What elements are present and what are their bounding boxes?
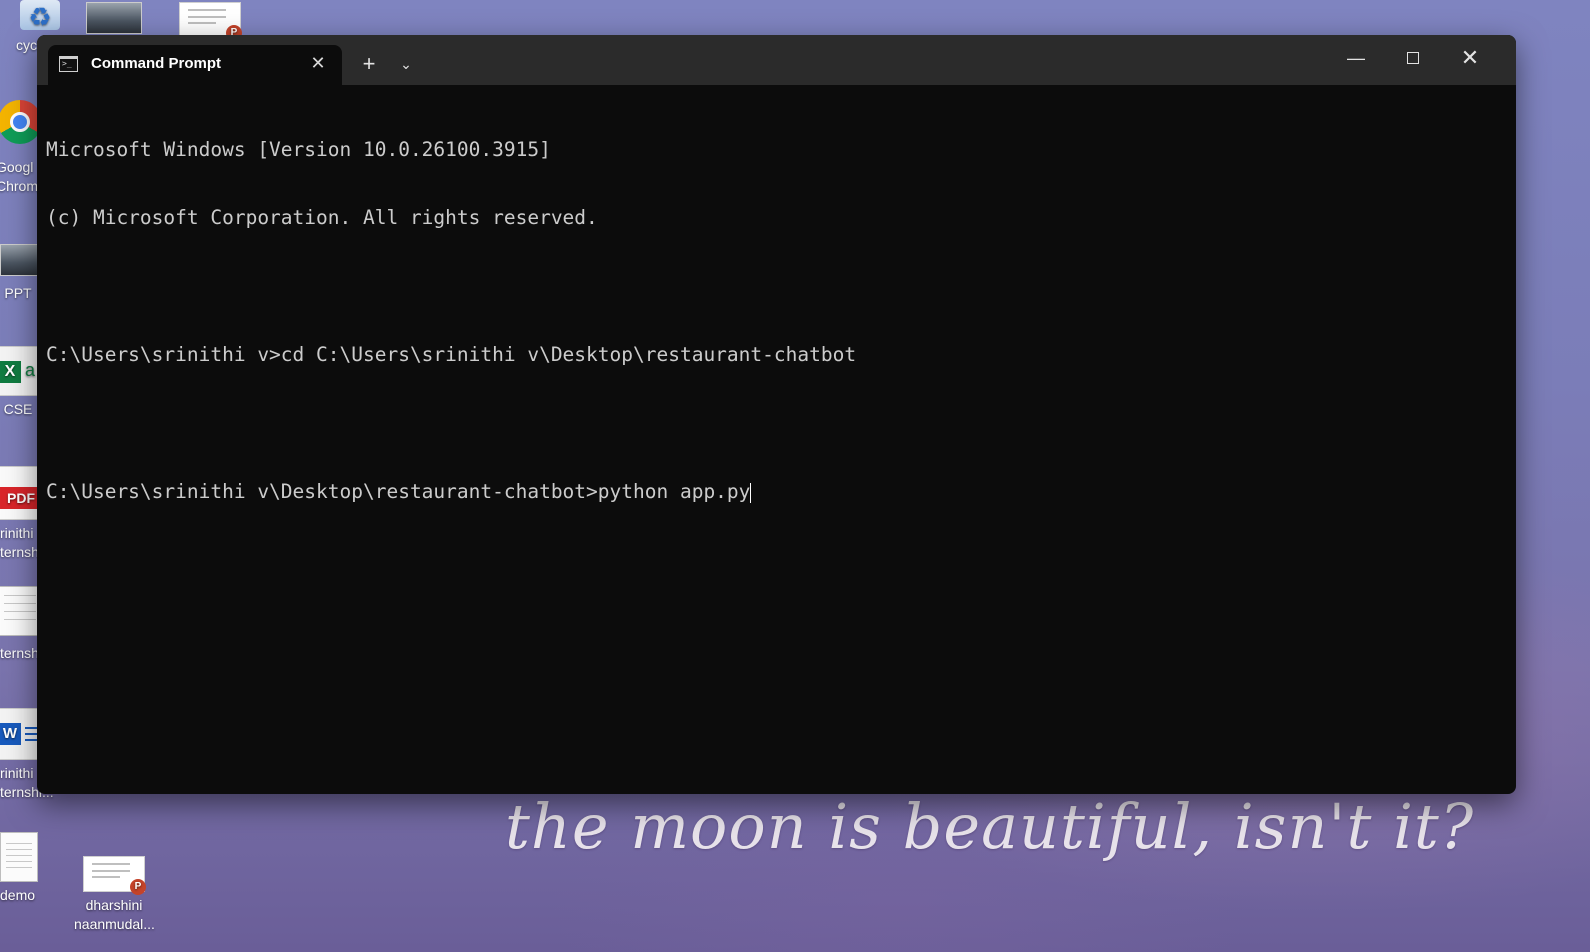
desktop-icon-excel[interactable]: Xa CSE bbox=[0, 346, 44, 419]
desktop-icon-chrome[interactable]: Googl Chrom bbox=[0, 100, 42, 196]
desktop-icon-label: rinithi ternshi... bbox=[0, 765, 54, 800]
desktop-icon-photo-top[interactable] bbox=[74, 2, 154, 38]
photo-thumbnail-icon bbox=[0, 244, 40, 276]
recycle-bin-icon: ♻ bbox=[20, 0, 60, 32]
desktop-icon-label: rinithi ternsh bbox=[0, 525, 39, 560]
desktop-icon-internship-doc[interactable]: ternsh bbox=[0, 586, 42, 663]
wallpaper-quote: the moon is beautiful, isn't it? bbox=[505, 790, 1475, 863]
desktop-icon-label: dharshini naanmudal... bbox=[74, 897, 155, 932]
maximize-button[interactable] bbox=[1391, 41, 1437, 75]
console-input[interactable]: C:\Users\srinithi v\Desktop\restaurant-c… bbox=[46, 480, 750, 503]
new-tab-button[interactable]: + bbox=[353, 49, 385, 79]
title-bar[interactable]: >_ Command Prompt ✕ + ⌄ — ✕ bbox=[37, 35, 1516, 85]
desktop-icon-label: demo bbox=[0, 887, 36, 903]
desktop-icon-label: Googl Chrom bbox=[0, 159, 39, 194]
console-prompt-line[interactable]: C:\Users\srinithi v\Desktop\restaurant-c… bbox=[46, 480, 1506, 504]
tab-close-icon[interactable]: ✕ bbox=[306, 51, 330, 75]
chevron-down-icon[interactable]: ⌄ bbox=[393, 49, 419, 79]
desktop-icon-label: CSE bbox=[3, 401, 33, 417]
desktop-icon-ppt-dharshini[interactable]: P dharshini naanmudal... bbox=[74, 856, 155, 934]
desktop: the moon is beautiful, isn't it? ♻ cycle… bbox=[0, 0, 1590, 952]
document-thumbnail-icon bbox=[0, 586, 42, 636]
console-output[interactable]: Microsoft Windows [Version 10.0.26100.39… bbox=[46, 93, 1506, 794]
desktop-icon-word[interactable]: W rinithi ternshi... bbox=[0, 708, 54, 802]
tab-command-prompt[interactable]: >_ Command Prompt ✕ bbox=[48, 45, 342, 85]
desktop-icon-label: PPT bbox=[4, 285, 32, 301]
minimize-button[interactable]: — bbox=[1333, 41, 1379, 75]
console-line: (c) Microsoft Corporation. All rights re… bbox=[46, 205, 598, 229]
tab-title: Command Prompt bbox=[91, 55, 222, 72]
command-prompt-icon: >_ bbox=[59, 56, 78, 72]
text-file-icon bbox=[0, 832, 38, 882]
photo-thumbnail-icon bbox=[86, 2, 142, 34]
powerpoint-thumbnail-icon: P bbox=[179, 2, 242, 41]
desktop-icon-pdf[interactable]: PDF rinithi ternsh bbox=[0, 466, 44, 562]
close-button[interactable]: ✕ bbox=[1447, 41, 1493, 75]
console-line: Microsoft Windows [Version 10.0.26100.39… bbox=[46, 137, 551, 161]
powerpoint-thumbnail-icon: P bbox=[83, 856, 146, 895]
desktop-icon-label: ternsh bbox=[0, 645, 39, 661]
command-prompt-window[interactable]: >_ Command Prompt ✕ + ⌄ — ✕ Microsoft Wi… bbox=[37, 35, 1516, 794]
chrome-icon bbox=[0, 100, 42, 144]
text-cursor bbox=[750, 482, 752, 503]
desktop-icon-ppt-folder[interactable]: PPT bbox=[0, 244, 40, 303]
maximize-icon bbox=[1407, 52, 1419, 64]
console-line: C:\Users\srinithi v>cd C:\Users\srinithi… bbox=[46, 342, 857, 366]
desktop-icon-demo[interactable]: demo bbox=[0, 832, 60, 905]
